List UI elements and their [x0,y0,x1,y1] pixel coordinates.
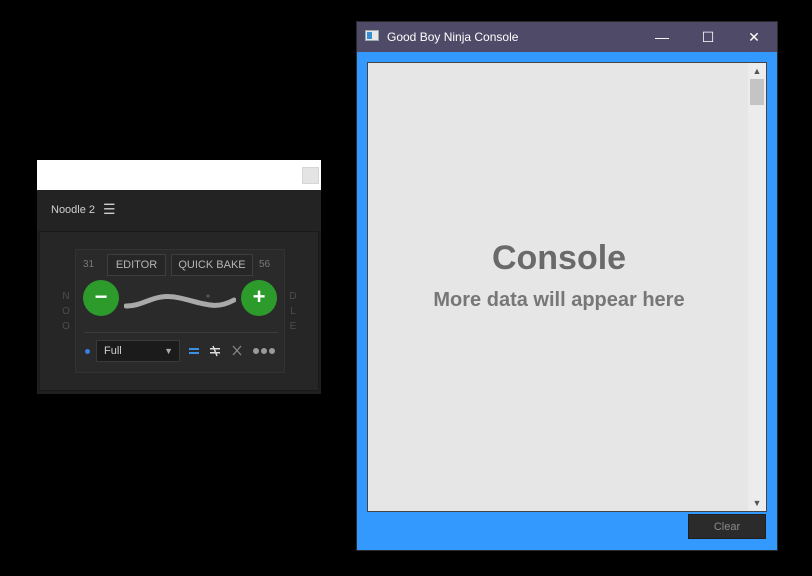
scroll-down-icon[interactable]: ▼ [748,495,766,511]
vertical-scrollbar[interactable]: ▲ ▼ [748,63,766,511]
scroll-thumb[interactable] [750,79,764,105]
mode-select-value: Full [104,345,122,357]
console-window: Good Boy Ninja Console — ☐ ✕ Console Mor… [356,21,778,551]
more-icon[interactable] [252,342,276,360]
close-icon[interactable] [231,342,243,360]
status-dot-icon [85,349,90,354]
maximize-icon: ☐ [701,29,715,45]
window-title: Good Boy Ninja Console [387,30,519,44]
right-letter: L [290,306,296,317]
minus-circle-icon: − [94,284,108,309]
plus-circle-icon: + [252,284,266,309]
right-side-letters: D L E [287,289,299,334]
left-value: 31 [83,259,95,270]
close-window-button[interactable]: ✕ [731,22,777,52]
editor-button[interactable]: EDITOR [107,254,166,276]
clear-button[interactable]: Clear [688,514,766,539]
scroll-up-icon[interactable]: ▲ [748,63,766,79]
increase-button[interactable]: + [241,280,277,316]
console-heading: Console [491,239,627,277]
decrease-button[interactable]: − [83,280,119,316]
left-letter: O [62,321,70,332]
not-equal-icon[interactable] [209,342,221,360]
console-titlebar[interactable]: Good Boy Ninja Console — ☐ ✕ [357,22,777,52]
noodle-controls: 31 EDITOR QUICK BAKE 56 − + Full ▼ [75,249,285,373]
quick-bake-button[interactable]: QUICK BAKE [171,254,253,276]
panel-close-button[interactable] [302,167,319,184]
noodle-body: N O O D L E 31 EDITOR QUICK BAKE 56 − + [39,231,319,391]
mode-select[interactable]: Full ▼ [96,340,180,362]
noodle-curve-slider[interactable] [124,288,236,312]
noodle-panel: Noodle 2 ☰ N O O D L E 31 EDITOR QUICK B… [37,160,321,394]
noodle-header: Noodle 2 ☰ [37,190,321,231]
app-icon [365,30,379,41]
equals-icon[interactable] [188,342,200,360]
right-value: 56 [259,259,271,270]
close-icon: ✕ [748,29,760,45]
console-output-area[interactable]: Console More data will appear here ▲ ▼ [367,62,767,512]
left-letter: O [62,306,70,317]
minimize-icon: — [655,29,669,45]
maximize-button[interactable]: ☐ [685,22,731,52]
right-letter: E [289,321,297,332]
noodle-titlebar [37,160,321,190]
right-letter: D [289,291,297,302]
divider [84,332,278,333]
minimize-button[interactable]: — [639,22,685,52]
hamburger-menu-icon[interactable]: ☰ [103,201,116,218]
chevron-down-icon: ▼ [164,346,173,356]
panel-title: Noodle 2 [51,204,96,216]
left-letter: N [62,291,70,302]
left-side-letters: N O O [60,289,72,334]
console-placeholder-text: More data will appear here [433,289,685,311]
